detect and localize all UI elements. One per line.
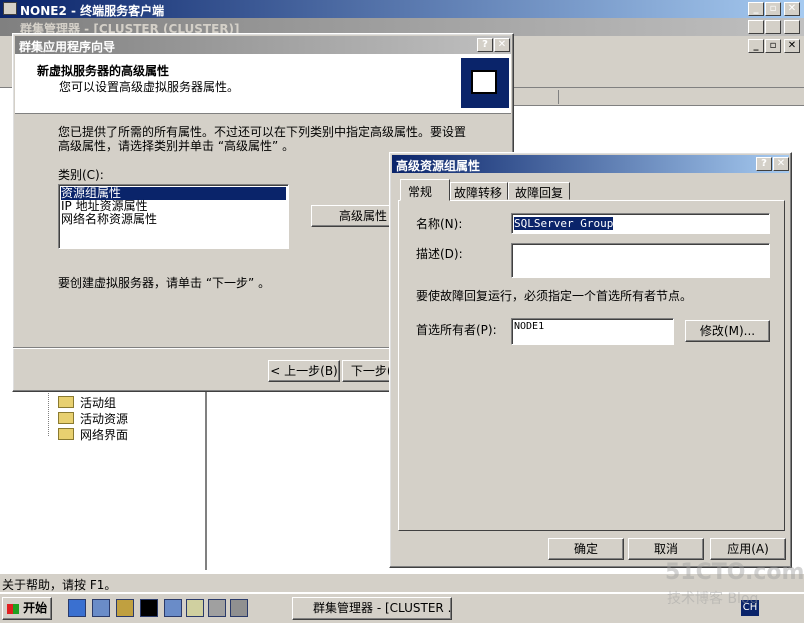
tree-item-label: 活动资源 <box>80 412 129 426</box>
wizard-help-button[interactable]: ? <box>477 38 493 52</box>
props-title: 高级资源组属性 <box>396 159 481 173</box>
name-label: 名称(N): <box>416 217 463 231</box>
watermark-line1: 51CTO.com <box>665 560 804 585</box>
services-icon[interactable] <box>230 599 248 617</box>
category-item[interactable]: 网络名称资源属性 <box>61 213 157 226</box>
wizard-header-subtitle: 您可以设置高级虚拟服务器属性。 <box>59 80 240 94</box>
wizard-titlebar: 群集应用程序向导 ? ✕ <box>15 36 511 54</box>
folder-icon <box>58 412 74 424</box>
windows-logo-icon <box>6 603 19 614</box>
name-field[interactable]: SQLServer Group <box>511 213 770 234</box>
ie-icon[interactable] <box>68 599 86 617</box>
rdp-title: NONE2 - 终端服务客户端 <box>20 4 165 18</box>
explorer-icon[interactable] <box>116 599 134 617</box>
child-minimize-button[interactable]: _ <box>748 39 764 53</box>
props-close-button[interactable]: ✕ <box>773 157 789 171</box>
failback-note: 要使故障回复运行，必须指定一个首选所有者节点。 <box>416 289 693 303</box>
wizard-header-title: 新虚拟服务器的高级属性 <box>37 64 170 78</box>
modify-button[interactable]: 修改(M)... <box>685 320 770 342</box>
status-text: 关于帮助，请按 F1。 <box>2 578 117 592</box>
mmc-close-button[interactable]: ✕ <box>784 20 800 34</box>
start-label: 开始 <box>23 601 48 615</box>
wizard-title: 群集应用程序向导 <box>19 40 116 54</box>
rdp-close-button[interactable]: ✕ <box>784 2 800 16</box>
props-dialog: 高级资源组属性 ? ✕ 常规 故障转移 故障回复 名称(N): SQLServe… <box>389 152 792 568</box>
folder-icon <box>58 396 74 408</box>
wizard-footer-text: 要创建虚拟服务器，请单击 “下一步” 。 <box>58 276 271 290</box>
task-cluster-admin[interactable]: 群集管理器 - [CLUSTER ... <box>292 597 452 620</box>
rdp-titlebar: NONE2 - 终端服务客户端 _ ▫ ✕ <box>0 0 804 18</box>
watermark: 51CTO.com 技术博客 Blog <box>665 560 804 615</box>
child-close-button[interactable]: ✕ <box>784 39 800 53</box>
watermark-line2: 技术博客 Blog <box>667 591 759 607</box>
desc-label: 描述(D): <box>416 247 463 261</box>
tab-general[interactable]: 常规 <box>400 179 450 201</box>
search-icon[interactable] <box>186 599 204 617</box>
cmd-icon[interactable] <box>140 599 158 617</box>
tab-failback[interactable]: 故障回复 <box>508 182 570 200</box>
desc-field[interactable] <box>511 243 770 278</box>
wizard-desc-2: 高级属性，请选择类别并单击 “高级属性” 。 <box>58 139 295 153</box>
owner-list[interactable]: NODE1 <box>511 318 674 345</box>
owner-label: 首选所有者(P): <box>416 323 497 337</box>
folder-icon <box>58 428 74 440</box>
category-label: 类别(C): <box>58 168 104 182</box>
cancel-button[interactable]: 取消 <box>628 538 704 560</box>
props-help-button[interactable]: ? <box>756 157 772 171</box>
tool-icon[interactable] <box>164 599 182 617</box>
rdp-minimize-button[interactable]: _ <box>748 2 764 16</box>
wizard-header: 新虚拟服务器的高级属性 您可以设置高级虚拟服务器属性。 <box>15 54 511 114</box>
mmc-minimize-button[interactable]: _ <box>748 20 764 34</box>
props-titlebar: 高级资源组属性 ? ✕ <box>392 155 789 173</box>
rdp-app-icon <box>3 2 17 15</box>
disk-icon[interactable] <box>208 599 226 617</box>
child-restore-button[interactable]: ▫ <box>765 39 781 53</box>
mmc-restore-button[interactable]: ▫ <box>765 20 781 34</box>
wizard-server-icon <box>461 58 509 108</box>
apply-button[interactable]: 应用(A) <box>710 538 786 560</box>
tree-item-label: 网络界面 <box>80 428 129 442</box>
start-button[interactable]: 开始 <box>2 597 52 620</box>
ok-button[interactable]: 确定 <box>548 538 624 560</box>
back-button[interactable]: < 上一步(B) <box>268 360 340 382</box>
tree-item-label: 活动组 <box>80 396 117 410</box>
desktop-icon[interactable] <box>92 599 110 617</box>
tree-line <box>48 390 49 436</box>
wizard-close-button[interactable]: ✕ <box>494 38 510 52</box>
tab-failover[interactable]: 故障转移 <box>450 182 508 200</box>
rdp-restore-button[interactable]: ▫ <box>765 2 781 16</box>
category-list[interactable]: 资源组属性 IP 地址资源属性 网络名称资源属性 <box>58 184 289 249</box>
